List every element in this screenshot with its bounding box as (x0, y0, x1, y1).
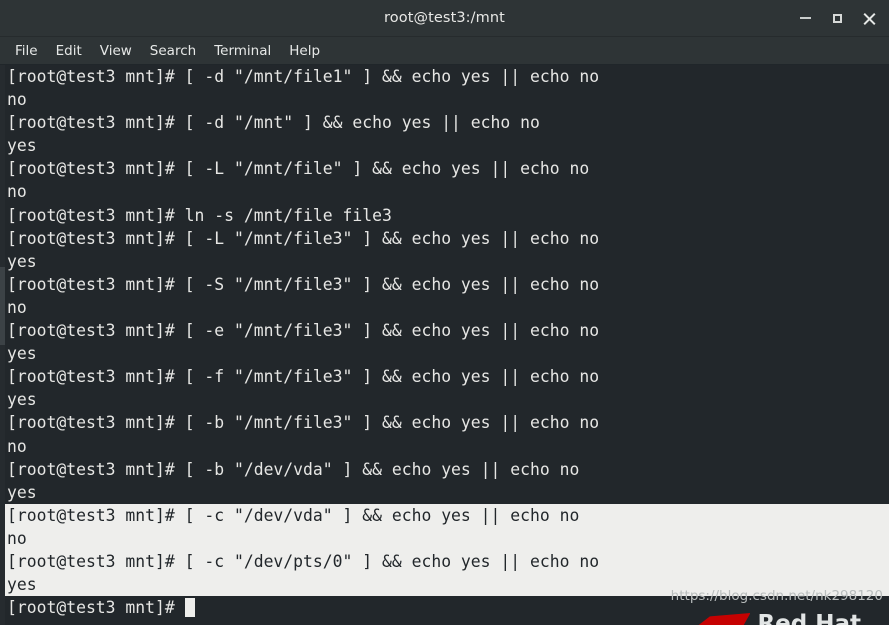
terminal-prompt-line[interactable]: [root@test3 mnt]# (5, 596, 889, 619)
menu-item-help[interactable]: Help (280, 41, 329, 61)
terminal-line: no (7, 182, 27, 202)
terminal-line: [root@test3 mnt]# ln -s /mnt/file file3 (7, 205, 392, 225)
close-button[interactable] (855, 4, 883, 32)
terminal-line: [root@test3 mnt]# [ -b "/mnt/file3" ] &&… (7, 413, 600, 433)
terminal-line-selected: yes (5, 573, 889, 597)
terminal-line: yes (7, 344, 37, 364)
terminal-line: yes (7, 482, 37, 502)
window-title: root@test3:/mnt (384, 10, 505, 26)
close-icon (863, 12, 876, 25)
terminal-line: [root@test3 mnt]# [ -f "/mnt/file3" ] &&… (7, 367, 600, 387)
terminal-line: no (7, 436, 27, 456)
terminal-line-selected: no (5, 526, 889, 550)
terminal-line: [root@test3 mnt]# [ -L "/mnt/file" ] && … (7, 159, 590, 179)
minimize-button[interactable] (791, 4, 819, 32)
menu-item-edit[interactable]: Edit (47, 41, 91, 61)
terminal-line: yes (7, 390, 37, 410)
terminal-line: [root@test3 mnt]# [ -S "/mnt/file3" ] &&… (7, 274, 600, 294)
terminal-output[interactable]: [root@test3 mnt]# [ -d "/mnt/file1" ] &&… (5, 65, 889, 625)
terminal-cursor (184, 598, 195, 618)
maximize-button[interactable] (823, 4, 851, 32)
minimize-icon (799, 17, 811, 19)
terminal-area: [root@test3 mnt]# [ -d "/mnt/file1" ] &&… (0, 65, 889, 625)
terminal-line: no (7, 297, 27, 317)
terminal-line-selected: [root@test3 mnt]# [ -c "/dev/vda" ] && e… (5, 503, 889, 527)
terminal-line: yes (7, 136, 37, 156)
terminal-line-selected: [root@test3 mnt]# [ -c "/dev/pts/0" ] &&… (5, 549, 889, 574)
terminal-line: [root@test3 mnt]# [ -e "/mnt/file3" ] &&… (7, 321, 600, 341)
menu-item-terminal[interactable]: Terminal (205, 41, 280, 61)
menu-item-search[interactable]: Search (141, 41, 205, 61)
menu-item-file[interactable]: File (6, 41, 47, 61)
terminal-window: root@test3:/mnt File Edit View Search Te… (0, 0, 889, 625)
window-controls (791, 0, 883, 36)
menu-item-view[interactable]: View (91, 41, 141, 61)
terminal-line: yes (7, 251, 37, 271)
terminal-line: no (7, 90, 27, 110)
terminal-line: [root@test3 mnt]# [ -b "/dev/vda" ] && e… (7, 459, 580, 479)
terminal-line: [root@test3 mnt]# [ -d "/mnt" ] && echo … (7, 113, 540, 133)
terminal-prompt-text: [root@test3 mnt]# (7, 598, 185, 618)
terminal-line: [root@test3 mnt]# [ -d "/mnt/file1" ] &&… (7, 67, 600, 86)
menu-bar: File Edit View Search Terminal Help (0, 37, 889, 65)
title-bar[interactable]: root@test3:/mnt (0, 0, 889, 37)
terminal-line: [root@test3 mnt]# [ -L "/mnt/file3" ] &&… (7, 228, 600, 248)
maximize-icon (832, 13, 842, 23)
